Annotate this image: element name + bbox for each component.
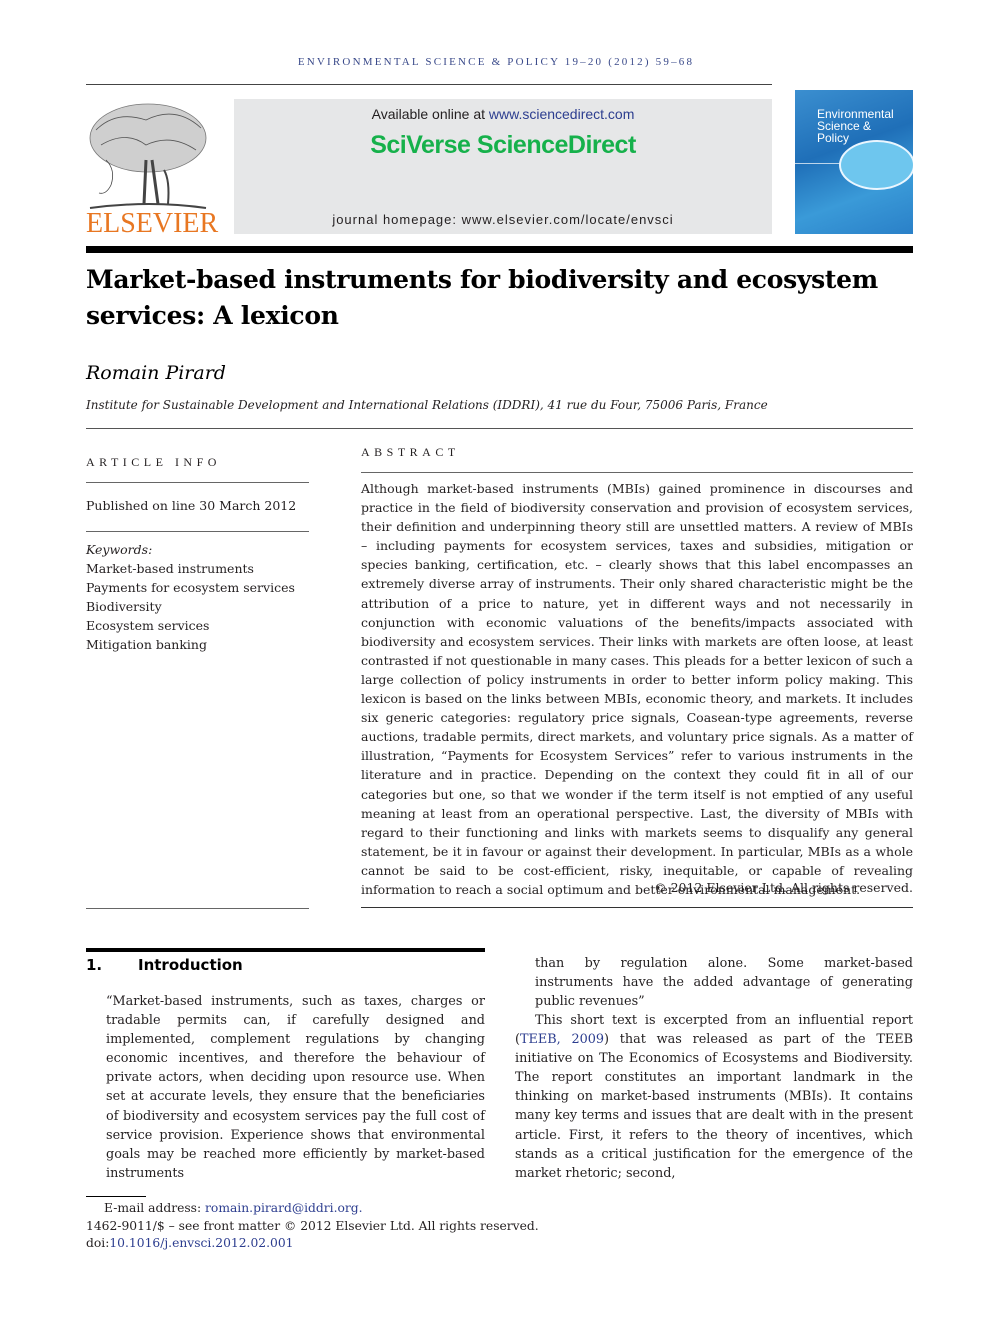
doi-line: doi:10.1016/j.envsci.2012.02.001 xyxy=(86,1235,539,1253)
sciencedirect-link[interactable]: www.sciencedirect.com xyxy=(489,106,635,122)
available-online-label: Available online at xyxy=(371,106,489,122)
cover-title: Environmental Science & Policy xyxy=(817,108,894,144)
abstract-rule xyxy=(361,472,913,473)
intro-quote-left: “Market-based instruments, such as taxes… xyxy=(106,994,485,1181)
article-info-heading: Article info xyxy=(86,455,221,469)
doi-link[interactable]: 10.1016/j.envsci.2012.02.001 xyxy=(109,1236,293,1250)
intro-quote-right: than by regulation alone. Some market-ba… xyxy=(535,956,913,1010)
running-head: Environmental Science & Policy 19–20 (20… xyxy=(297,56,695,68)
citation-link-teeb-2009[interactable]: TEEB, 2009 xyxy=(520,1032,604,1047)
title-rule xyxy=(86,246,913,253)
intro-paragraph: This short text is excerpted from an inf… xyxy=(515,1011,913,1183)
keyword: Mitigation banking xyxy=(86,637,207,652)
section-title: Introduction xyxy=(138,956,243,974)
abstract-rule xyxy=(361,907,913,908)
section-number: 1. xyxy=(86,956,103,974)
abstract-heading: Abstract xyxy=(361,445,460,459)
elsevier-wordmark: ELSEVIER xyxy=(86,208,219,239)
doi-label: doi: xyxy=(86,1236,110,1250)
keyword: Biodiversity xyxy=(86,599,162,614)
footnote-rule xyxy=(86,1196,146,1197)
keywords-label: Keywords: xyxy=(86,542,153,557)
journal-homepage[interactable]: journal homepage: www.elsevier.com/locat… xyxy=(234,212,772,227)
globe-icon xyxy=(839,140,913,190)
article-info-rule xyxy=(86,908,309,909)
abstract-copyright: © 2012 Elsevier Ltd. All rights reserved… xyxy=(654,880,913,895)
author-affiliation: Institute for Sustainable Development an… xyxy=(86,398,768,412)
section-heading-introduction: 1. Introduction xyxy=(86,956,243,974)
keyword: Payments for ecosystem services xyxy=(86,580,295,595)
keyword: Ecosystem services xyxy=(86,618,210,633)
email-label: E-mail address: xyxy=(104,1201,206,1215)
journal-cover-image: Environmental Science & Policy xyxy=(795,90,913,234)
abstract-text: Although market-based instruments (MBIs)… xyxy=(361,481,913,897)
issn-line: 1462-9011/$ – see front matter © 2012 El… xyxy=(86,1218,539,1233)
affiliation-rule xyxy=(86,428,913,429)
article-title: Market-based instruments for biodiversit… xyxy=(86,265,878,330)
author-name: Romain Pirard xyxy=(86,362,226,384)
article-info-rule xyxy=(86,482,309,483)
article-info-rule xyxy=(86,531,309,532)
keyword: Market-based instruments xyxy=(86,561,254,576)
published-date: Published on line 30 March 2012 xyxy=(86,498,297,513)
available-online: Available online at www.sciencedirect.co… xyxy=(234,106,772,122)
header-rule xyxy=(86,84,772,85)
footnotes: E-mail address: romain.pirard@iddri.org.… xyxy=(86,1200,539,1253)
section-rule xyxy=(86,948,485,952)
email-link[interactable]: romain.pirard@iddri.org. xyxy=(205,1201,363,1215)
email-footnote: E-mail address: romain.pirard@iddri.org. xyxy=(86,1200,539,1218)
cover-title-line: Policy xyxy=(817,131,850,145)
sciverse-sciencedirect-logo: SciVerse ScienceDirect xyxy=(370,131,636,159)
paragraph-text: ) that was released as part of the TEEB … xyxy=(515,1032,913,1181)
keywords-list: Keywords: Market-based instruments Payme… xyxy=(86,540,295,654)
